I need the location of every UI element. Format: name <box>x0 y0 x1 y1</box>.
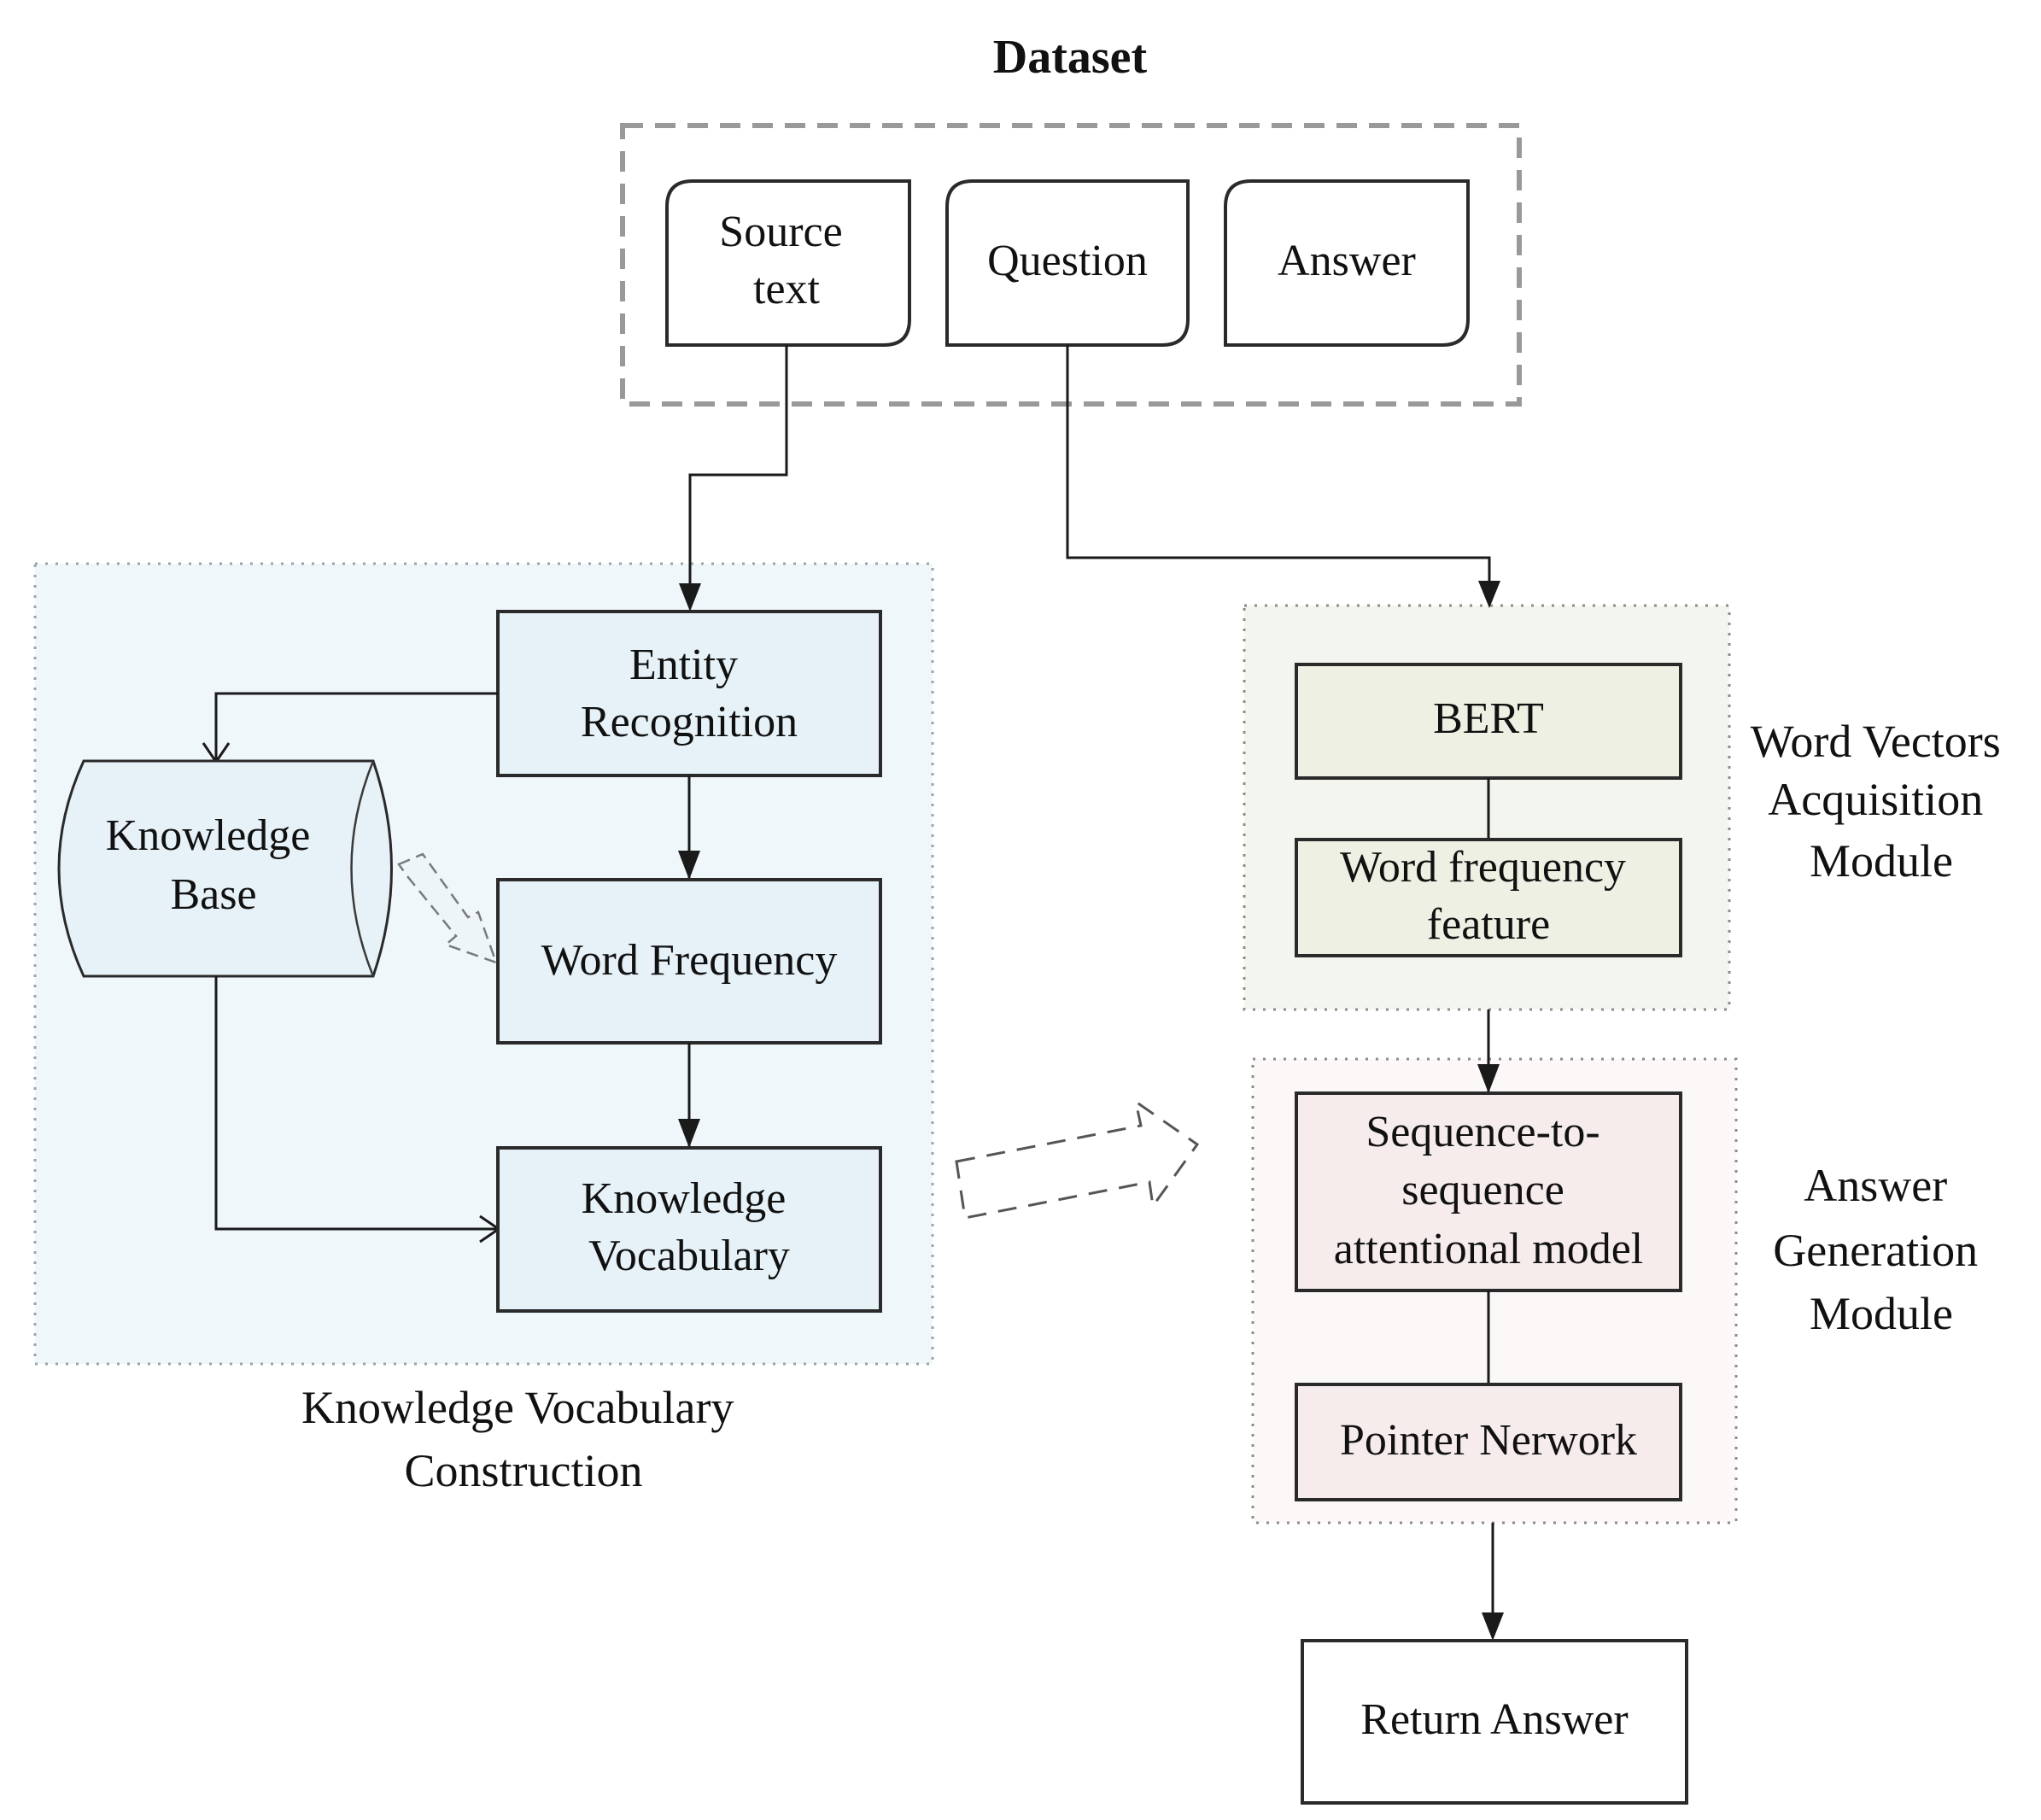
kvc-label: Knowledge Vocabulary Construction <box>301 1382 746 1496</box>
question-label: Question <box>987 237 1148 285</box>
arrowhead-icon <box>1482 1612 1504 1641</box>
word-frequency-label: Word Frequency <box>541 936 838 985</box>
flowchart: Dataset Source text Question Answer Enti… <box>33 31 2013 1805</box>
dataset-title: Dataset <box>993 31 1148 84</box>
agm-label: Answer Generation Module <box>1773 1160 1989 1339</box>
bert-label: BERT <box>1433 694 1544 743</box>
arrowhead-icon <box>1478 581 1500 608</box>
pointer-network-label: Pointer Nerwork <box>1340 1416 1637 1465</box>
wva-label: Word Vectors Acquisition Module <box>1751 716 2013 887</box>
kvc-to-modules-dashed-arrow-icon <box>955 1098 1200 1220</box>
answer-label: Answer <box>1278 237 1416 285</box>
knowledge-base-node[interactable] <box>57 759 393 978</box>
connector-question-to-wva <box>1066 345 1491 603</box>
entity-recognition-node[interactable] <box>496 610 882 777</box>
source-text-node[interactable] <box>665 179 911 347</box>
return-answer-label: Return Answer <box>1360 1695 1628 1744</box>
knowledge-vocabulary-node[interactable] <box>496 1146 882 1313</box>
